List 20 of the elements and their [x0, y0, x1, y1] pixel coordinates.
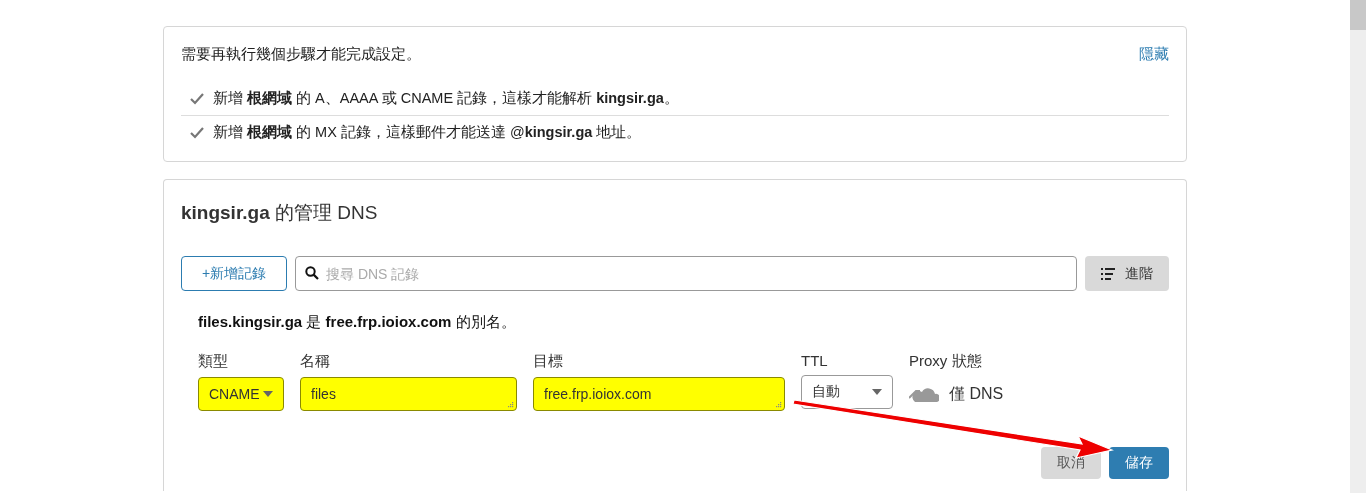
input-field[interactable]: files [300, 377, 517, 411]
proxy-status: 僅 DNS [949, 383, 1004, 404]
save-button[interactable]: 儲存 [1109, 447, 1169, 479]
dropdown[interactable]: 自動 [801, 375, 893, 409]
notice-title: 需要再執行幾個步驟才能完成設定。 [181, 45, 421, 64]
step-text: 新增 根網域 的 A、AAAA 或 CNAME 記錄，這樣才能解析 kingsir.ga。 [213, 89, 679, 108]
search-field[interactable]: 搜尋 DNS 記錄 [295, 256, 1077, 291]
field-label: 類型 [198, 352, 229, 371]
input-field[interactable]: free.frp.ioiox.com [533, 377, 785, 411]
hide-link[interactable]: 隱藏 [1139, 45, 1169, 64]
field-label: Proxy 狀態 [909, 352, 983, 371]
alias-note: files.kingsir.ga 是 free.frp.ioiox.com 的別名。 [198, 313, 517, 332]
field-label: 目標 [533, 352, 564, 371]
field-label: 名稱 [300, 352, 331, 371]
advanced-button[interactable]: 進階 [1085, 256, 1169, 291]
step-text: 新增 根網域 的 MX 記錄，這樣郵件才能送達 @kingsir.ga 地址。 [213, 123, 642, 142]
panel-title: kingsir.ga 的管理 DNS [181, 201, 379, 225]
dropdown[interactable]: CNAME [198, 377, 284, 411]
add-record-button[interactable]: +新增記錄 [181, 256, 287, 291]
field-label: TTL [801, 352, 829, 369]
